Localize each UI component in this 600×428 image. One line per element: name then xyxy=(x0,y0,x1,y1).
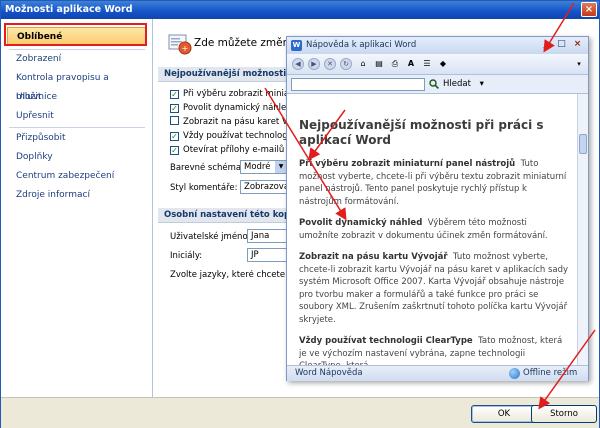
help-toolbar: ◀ ▶ ✕ ↻ ⌂ ▤ ⎙ A ☰ ◆ ▾ xyxy=(287,54,588,75)
help-paragraph: Zobrazit na pásu kartu Vývojář Tuto možn… xyxy=(299,252,569,325)
nav-separator xyxy=(9,127,145,128)
dialog-footer: OK Storno xyxy=(1,397,599,428)
offline-mode-button[interactable]: Offline režim xyxy=(509,367,577,380)
svg-text:+: + xyxy=(182,44,189,53)
toolbar-options-icon[interactable]: ▾ xyxy=(573,58,585,70)
word-help-icon: W xyxy=(291,40,302,51)
dialog-title: Možnosti aplikace Word xyxy=(5,4,133,15)
section-personalize: Osobní nastavení této kopie sad xyxy=(158,208,288,223)
cancel-button[interactable]: Storno xyxy=(531,405,597,423)
help-paragraph: Povolit dynamický náhled Výběrem této mo… xyxy=(299,218,548,241)
keep-on-top-icon[interactable]: ◆ xyxy=(437,58,449,70)
nav-item-addins[interactable]: Doplňky xyxy=(7,148,147,167)
ok-button[interactable]: OK xyxy=(471,405,537,423)
search-icon xyxy=(429,79,439,89)
help-source[interactable]: Word Nápověda xyxy=(295,366,363,381)
help-window: W Nápověda k aplikaci Word _ □ × ◀ ▶ ✕ ↻… xyxy=(286,36,589,381)
minimize-icon[interactable]: _ xyxy=(539,39,552,51)
help-search-button[interactable]: Hledat ▾ xyxy=(429,78,484,91)
initials-label: Iniciály: xyxy=(170,251,203,261)
username-label: Uživatelské jméno: xyxy=(170,232,251,242)
help-title: Nápověda k aplikaci Word xyxy=(306,40,417,50)
forward-icon[interactable]: ▶ xyxy=(308,58,320,70)
nav-item-trust-center[interactable]: Centrum zabezpečení xyxy=(7,167,147,186)
nav-item-display[interactable]: Zobrazení xyxy=(7,50,147,69)
stop-icon[interactable]: ✕ xyxy=(324,58,336,70)
initials-input[interactable]: JP xyxy=(247,248,288,262)
help-paragraph: Při výběru zobrazit miniaturní panel nás… xyxy=(299,159,567,207)
help-searchbar: Hledat ▾ xyxy=(287,75,588,94)
dialog-title-bar: Možnosti aplikace Word × xyxy=(1,1,599,19)
close-icon[interactable]: × xyxy=(571,39,584,51)
checkbox-checked-icon: ✓ xyxy=(170,132,179,141)
section-top-options: Nejpoužívanější možnosti pro pr xyxy=(158,67,288,82)
options-icon: + xyxy=(168,34,192,55)
book-icon[interactable]: ▤ xyxy=(373,58,385,70)
checkbox-checked-icon: ✓ xyxy=(170,104,179,113)
help-paragraph: Vždy používat technologii ClearType Tato… xyxy=(299,336,563,365)
help-scrollbar[interactable] xyxy=(577,94,588,365)
maximize-icon[interactable]: □ xyxy=(555,39,568,51)
check-mini-toolbar[interactable]: ✓ Při výběru zobrazit miniatur xyxy=(170,88,290,100)
tooltip-style-label: Styl komentáře: xyxy=(170,183,238,193)
help-heading: Nejpoužívanější možnosti při práci s apl… xyxy=(299,118,544,147)
check-email-attachments[interactable]: ✓ Otevírat přílohy e-mailů v r xyxy=(170,144,290,156)
tooltip-style-select[interactable]: Zobrazovat xyxy=(240,180,288,194)
color-scheme-label: Barevné schéma: xyxy=(170,163,244,173)
nav-item-proofing[interactable]: Kontrola pravopisu a mluvnice xyxy=(7,69,147,102)
scroll-thumb[interactable] xyxy=(579,134,587,154)
home-icon[interactable]: ⌂ xyxy=(357,58,369,70)
nav-item-customize[interactable]: Přizpůsobit xyxy=(7,129,147,148)
back-icon[interactable]: ◀ xyxy=(292,58,304,70)
username-input[interactable]: Jana xyxy=(247,229,288,243)
check-cleartype[interactable]: ✓ Vždy používat technologii C xyxy=(170,130,290,142)
check-developer-tab[interactable]: Zobrazit na pásu karet Vývo xyxy=(170,116,290,128)
toc-icon[interactable]: ☰ xyxy=(421,58,433,70)
options-nav: Oblíbené Zobrazení Kontrola pravopisu a … xyxy=(1,19,153,397)
checkbox-checked-icon: ✓ xyxy=(170,90,179,99)
help-status-bar: Word Nápověda Offline režim xyxy=(287,365,588,381)
nav-highlight-frame xyxy=(4,23,147,46)
print-icon[interactable]: ⎙ xyxy=(389,58,401,70)
checkbox-checked-icon: ✓ xyxy=(170,146,179,155)
font-size-icon[interactable]: A xyxy=(405,58,417,70)
color-scheme-select[interactable]: Modré ▼ xyxy=(240,160,288,174)
check-live-preview[interactable]: ✓ Povolit dynamický náhled xyxy=(170,102,290,114)
help-body: Nejpoužívanější možnosti při práci s apl… xyxy=(287,94,577,365)
languages-text: Zvolte jazyky, které chcete pou xyxy=(170,270,290,280)
help-search-input[interactable] xyxy=(291,78,425,91)
refresh-icon[interactable]: ↻ xyxy=(340,58,352,70)
dialog-close-button[interactable]: × xyxy=(581,2,597,17)
help-title-bar: W Nápověda k aplikaci Word _ □ × xyxy=(287,37,588,54)
nav-item-resources[interactable]: Zdroje informací xyxy=(7,186,147,205)
nav-item-save[interactable]: Uložit xyxy=(7,88,147,107)
search-dropdown-icon[interactable]: ▾ xyxy=(480,79,484,89)
nav-item-advanced[interactable]: Upřesnit xyxy=(7,107,147,126)
globe-icon xyxy=(509,368,520,379)
checkbox-unchecked-icon xyxy=(170,116,179,125)
